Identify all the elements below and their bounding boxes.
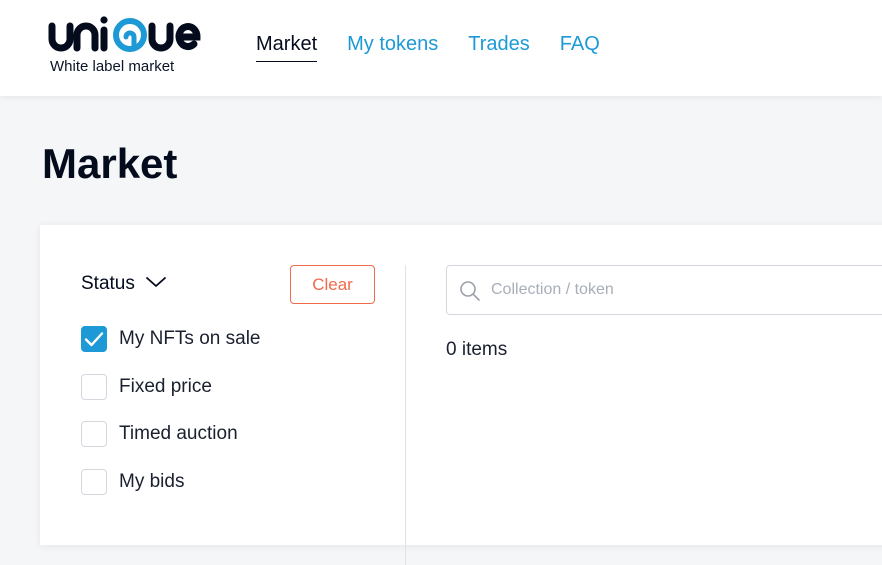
filter-option-my-nfts-on-sale[interactable]: My NFTs on sale bbox=[81, 325, 260, 353]
filter-label: Timed auction bbox=[119, 423, 238, 444]
timed-auction-checkbox[interactable] bbox=[81, 421, 107, 447]
status-filter-toggle[interactable]: Status bbox=[81, 273, 167, 295]
top-header: White label market Market My tokens Trad… bbox=[0, 0, 882, 96]
my-bids-checkbox[interactable] bbox=[81, 468, 107, 495]
filter-label: Fixed price bbox=[119, 375, 212, 397]
search-box[interactable] bbox=[446, 265, 882, 315]
main-nav: Market My tokens Trades FAQ bbox=[256, 31, 600, 62]
chevron-down-icon bbox=[145, 275, 167, 294]
fixed-price-checkbox[interactable] bbox=[81, 373, 107, 400]
clear-filters-button[interactable]: Clear bbox=[290, 265, 375, 304]
filter-option-my-bids[interactable]: My bids bbox=[81, 468, 260, 496]
filter-label: My bids bbox=[119, 470, 185, 492]
checkmark-icon bbox=[84, 332, 104, 347]
items-count: 0 items bbox=[446, 339, 508, 360]
unique-logo-mark bbox=[48, 16, 201, 52]
my-nfts-on-sale-checkbox[interactable] bbox=[81, 326, 107, 352]
filter-option-fixed-price[interactable]: Fixed price bbox=[81, 373, 260, 401]
status-filter-list: My NFTs on sale Fixed price Timed auctio… bbox=[81, 325, 260, 515]
search-icon bbox=[459, 280, 481, 307]
unique-logo[interactable]: White label market bbox=[48, 14, 218, 76]
panel-divider bbox=[405, 265, 406, 565]
logo-tagline: White label market bbox=[50, 58, 175, 75]
page-title: Market bbox=[42, 140, 178, 187]
nav-item-trades[interactable]: Trades bbox=[468, 31, 530, 62]
market-panel: Status Clear My NFTs on sale Fixed price… bbox=[40, 225, 882, 565]
nav-item-market[interactable]: Market bbox=[256, 31, 318, 62]
filter-option-timed-auction[interactable]: Timed auction bbox=[81, 420, 260, 448]
nav-item-faq[interactable]: FAQ bbox=[560, 31, 600, 62]
search-input[interactable] bbox=[491, 266, 882, 314]
status-label: Status bbox=[81, 273, 135, 294]
nav-item-my-tokens[interactable]: My tokens bbox=[347, 31, 438, 62]
filter-label: My NFTs on sale bbox=[119, 328, 261, 349]
